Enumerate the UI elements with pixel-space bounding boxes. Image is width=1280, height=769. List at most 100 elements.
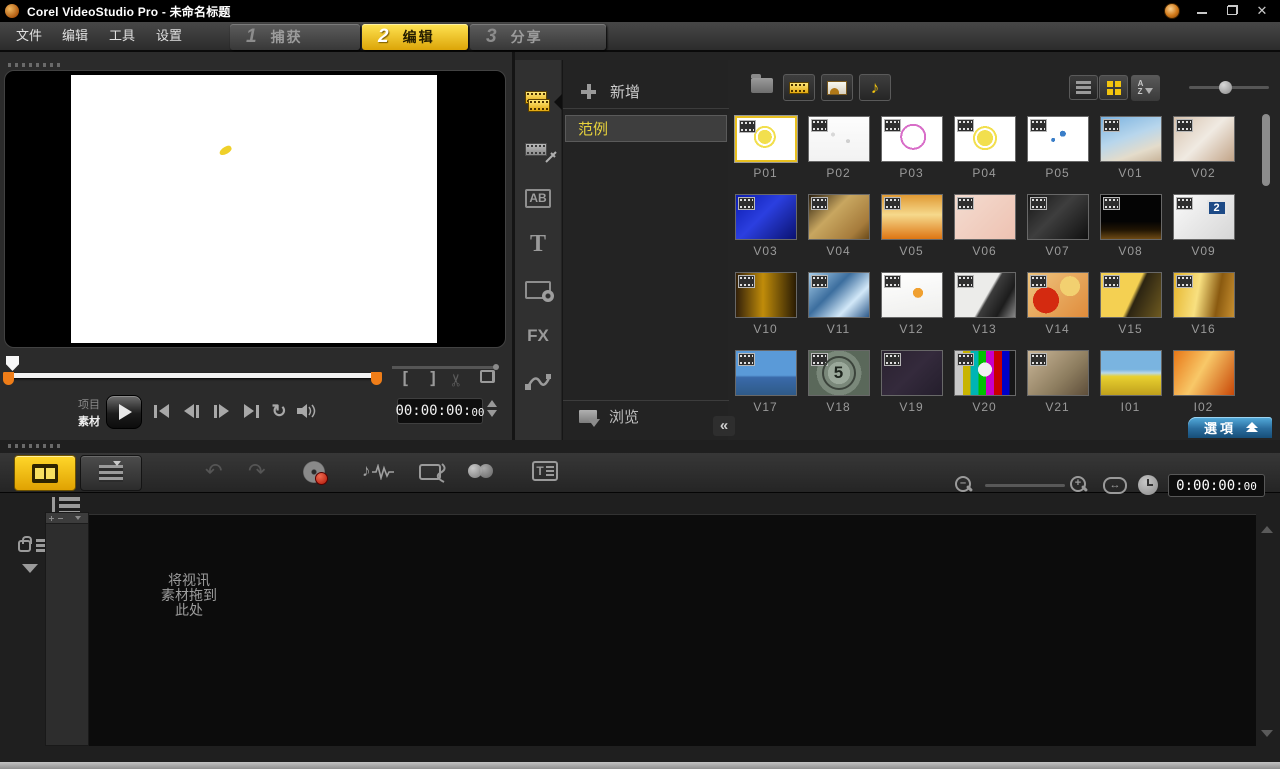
thumbnail-image[interactable] bbox=[1100, 350, 1162, 396]
timeline-timecode[interactable]: 0:00:00:00 bbox=[1168, 474, 1265, 497]
sidebar-path-button[interactable] bbox=[515, 360, 561, 404]
media-thumbnail[interactable]: V06 bbox=[948, 190, 1021, 268]
track-manager-button[interactable] bbox=[18, 538, 48, 556]
media-thumbnail[interactable]: V01 bbox=[1094, 112, 1167, 190]
mark-out-button[interactable]: ] bbox=[428, 369, 438, 389]
fit-project-button[interactable]: ↔ bbox=[1103, 477, 1127, 494]
trim-start-handle[interactable] bbox=[3, 372, 14, 385]
thumbnail-size-slider[interactable] bbox=[1189, 86, 1269, 89]
thumbnail-image[interactable] bbox=[1173, 272, 1235, 318]
sidebar-title-button[interactable]: T bbox=[515, 222, 561, 266]
sidebar-transition-button[interactable]: AB bbox=[515, 176, 561, 220]
menu-edit[interactable]: 编辑 bbox=[56, 22, 94, 50]
media-thumbnail[interactable]: V12 bbox=[875, 268, 948, 346]
zoom-out-button[interactable]: – bbox=[955, 476, 972, 493]
import-folder-icon[interactable] bbox=[751, 78, 773, 93]
sidebar-graphic-button[interactable] bbox=[515, 268, 561, 312]
thumbnail-image[interactable] bbox=[808, 194, 870, 240]
thumbnail-image[interactable] bbox=[881, 272, 943, 318]
media-thumbnail[interactable]: I01 bbox=[1094, 346, 1167, 424]
minimize-button[interactable] bbox=[1194, 2, 1210, 20]
media-thumbnail[interactable]: V21 bbox=[1021, 346, 1094, 424]
home-button[interactable] bbox=[148, 399, 174, 423]
subtitle-editor-button[interactable]: T bbox=[532, 461, 558, 481]
list-view-button[interactable] bbox=[1069, 75, 1098, 100]
ripple-edit-button[interactable] bbox=[418, 462, 448, 489]
corel-guide-icon[interactable] bbox=[1164, 3, 1180, 19]
thumbnail-image[interactable] bbox=[1027, 350, 1089, 396]
scrub-bar[interactable] bbox=[10, 373, 376, 378]
undo-button[interactable]: ↶ bbox=[205, 459, 223, 484]
timeline-horizontal-scrollbar[interactable] bbox=[0, 762, 1280, 769]
add-gallery-button[interactable]: 新增 bbox=[563, 75, 729, 109]
mark-in-button[interactable]: [ bbox=[400, 369, 410, 389]
record-capture-icon[interactable] bbox=[303, 461, 325, 483]
media-thumbnail[interactable]: V05 bbox=[875, 190, 948, 268]
menu-tools[interactable]: 工具 bbox=[103, 22, 141, 50]
media-thumbnail[interactable]: V17 bbox=[729, 346, 802, 424]
filter-video-button[interactable] bbox=[783, 74, 815, 101]
thumbnail-image[interactable] bbox=[954, 350, 1016, 396]
video-track-canvas[interactable]: 将视讯 素材拖到 此处 bbox=[89, 514, 1256, 746]
clip-mode-label[interactable]: 素材 bbox=[60, 413, 100, 429]
sidebar-media-button[interactable] bbox=[515, 80, 561, 124]
browse-button[interactable]: 浏览 bbox=[563, 400, 729, 432]
thumbnail-image[interactable] bbox=[1027, 116, 1089, 162]
timeline-scroll-down-icon[interactable] bbox=[1261, 730, 1273, 737]
thumbnail-image[interactable] bbox=[954, 194, 1016, 240]
media-thumbnail[interactable]: V10 bbox=[729, 268, 802, 346]
gallery-item-sample[interactable]: 范例 bbox=[565, 115, 727, 142]
play-button[interactable] bbox=[106, 395, 142, 429]
media-thumbnail[interactable]: V13 bbox=[948, 268, 1021, 346]
media-thumbnail[interactable]: P04 bbox=[948, 112, 1021, 190]
slider-thumb[interactable] bbox=[1219, 81, 1232, 94]
media-thumbnail[interactable]: V11 bbox=[802, 268, 875, 346]
thumbnail-view-button[interactable] bbox=[1099, 75, 1128, 100]
previous-frame-button[interactable] bbox=[178, 399, 204, 423]
filter-photo-button[interactable] bbox=[821, 74, 853, 101]
media-thumbnail[interactable]: V02 bbox=[1167, 112, 1240, 190]
thumbnail-image[interactable] bbox=[1173, 350, 1235, 396]
redo-button[interactable]: ↷ bbox=[248, 459, 266, 484]
media-thumbnail[interactable]: V04 bbox=[802, 190, 875, 268]
enlarge-preview-icon[interactable] bbox=[480, 370, 495, 383]
playhead-marker[interactable] bbox=[6, 356, 19, 371]
menu-settings[interactable]: 设置 bbox=[150, 22, 188, 50]
thumbnail-image[interactable] bbox=[1027, 194, 1089, 240]
thumbnail-image[interactable] bbox=[954, 272, 1016, 318]
media-thumbnail[interactable]: P03 bbox=[875, 112, 948, 190]
media-thumbnail[interactable]: V03 bbox=[729, 190, 802, 268]
thumbnail-image[interactable] bbox=[1100, 272, 1162, 318]
thumbnail-image[interactable] bbox=[1100, 116, 1162, 162]
thumbnail-image[interactable] bbox=[881, 116, 943, 162]
expand-tracks-icon[interactable] bbox=[22, 564, 38, 573]
media-thumbnail[interactable]: V19 bbox=[875, 346, 948, 424]
media-thumbnail[interactable]: V16 bbox=[1167, 268, 1240, 346]
thumbnail-image[interactable] bbox=[735, 272, 797, 318]
trim-end-handle[interactable] bbox=[371, 372, 382, 385]
storyboard-view-button[interactable] bbox=[14, 455, 76, 491]
project-mode-label[interactable]: 项目 bbox=[60, 396, 100, 412]
thumbnail-image[interactable] bbox=[1100, 194, 1162, 240]
thumbnail-image[interactable] bbox=[808, 116, 870, 162]
options-button[interactable]: 選項 bbox=[1188, 417, 1272, 438]
thumbnail-image[interactable] bbox=[735, 116, 797, 162]
step-tab-edit[interactable]: 2 编辑 bbox=[362, 24, 468, 50]
timeline-scroll-up-icon[interactable] bbox=[1261, 526, 1273, 533]
media-thumbnail[interactable]: V07 bbox=[1021, 190, 1094, 268]
sound-mixer-button[interactable]: ♪ bbox=[362, 461, 396, 483]
thumbnail-image[interactable] bbox=[1027, 272, 1089, 318]
track-header-controls[interactable] bbox=[46, 513, 88, 524]
thumbnail-image[interactable]: 2 bbox=[1173, 194, 1235, 240]
repeat-button[interactable]: ↻ bbox=[266, 399, 292, 423]
scrollbar-thumb[interactable] bbox=[1262, 114, 1270, 186]
batch-convert-icon[interactable] bbox=[468, 464, 496, 479]
thumbnail-image[interactable] bbox=[881, 350, 943, 396]
media-thumbnail[interactable]: V08 bbox=[1094, 190, 1167, 268]
volume-button[interactable] bbox=[294, 399, 320, 423]
media-thumbnail[interactable]: V20 bbox=[948, 346, 1021, 424]
video-track-header[interactable] bbox=[45, 512, 89, 746]
media-thumbnail[interactable]: P02 bbox=[802, 112, 875, 190]
split-clip-icon[interactable]: ✂ bbox=[447, 373, 467, 387]
timeline-zoom-slider[interactable] bbox=[985, 484, 1065, 487]
